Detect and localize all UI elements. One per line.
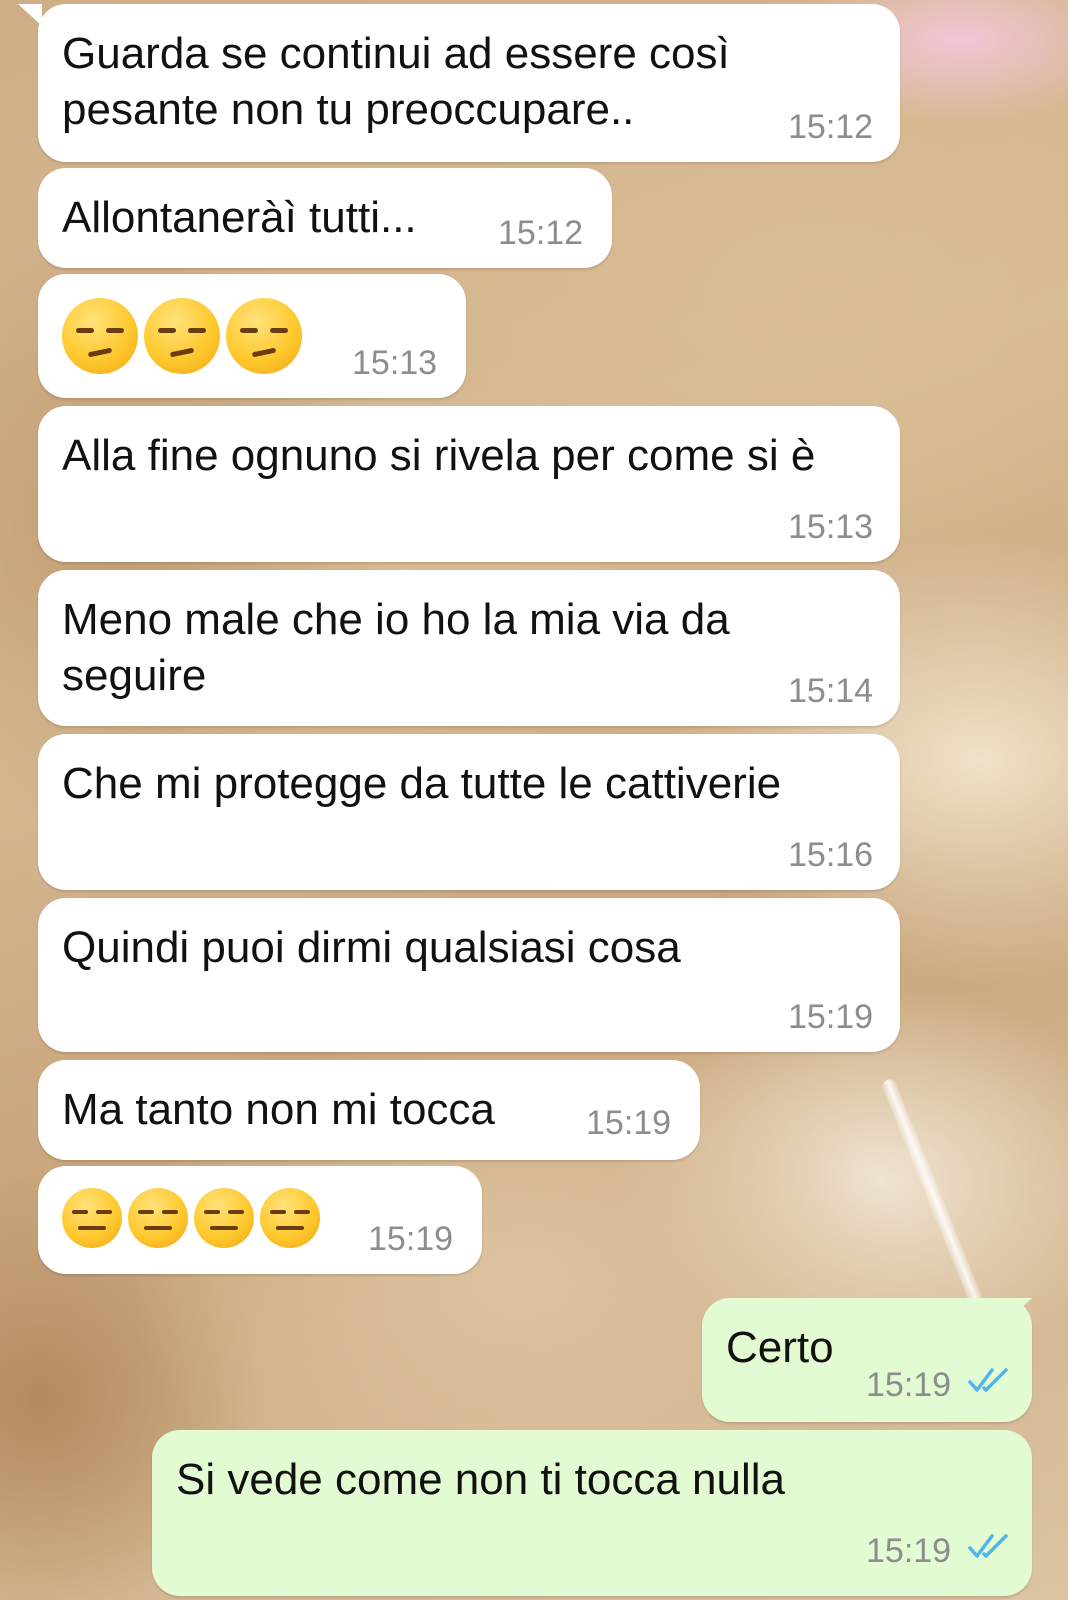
message-timestamp: 15:19 — [788, 998, 874, 1036]
unamused-face-icon — [144, 298, 220, 374]
message-text: Quindi puoi dirmi qualsiasi cosa — [62, 923, 681, 972]
expressionless-face-icon — [128, 1188, 188, 1248]
message-text: Certo — [726, 1323, 834, 1372]
message-text: Si vede come non ti tocca nulla — [176, 1455, 786, 1504]
message-timestamp: 15:16 — [788, 836, 874, 874]
message-text: Alla fine ognuno si rivela per come si è — [62, 431, 816, 480]
incoming-message-bubble[interactable]: Quindi puoi dirmi qualsiasi cosa 15:19 — [38, 898, 900, 1052]
message-timestamp: 15:13 — [788, 508, 874, 546]
message-text: Guarda se continui ad essere così pesant… — [62, 29, 730, 134]
expressionless-face-icon — [194, 1188, 254, 1248]
expressionless-face-icon — [62, 1188, 122, 1248]
incoming-message-bubble[interactable]: Meno male che io ho la mia via da seguir… — [38, 570, 900, 726]
unamused-face-icon — [226, 298, 302, 374]
incoming-emoji-message-bubble[interactable]: 15:13 — [38, 274, 466, 398]
message-text: Ma tanto non mi tocca — [62, 1085, 495, 1134]
message-timestamp: 15:19 — [866, 1532, 952, 1570]
read-double-check-icon — [968, 1368, 1008, 1392]
message-timestamp: 15:12 — [788, 108, 874, 146]
incoming-message-bubble[interactable]: Che mi protegge da tutte le cattiverie 1… — [38, 734, 900, 890]
message-timestamp: 15:14 — [788, 672, 874, 710]
unamused-face-icon — [62, 298, 138, 374]
message-timestamp: 15:19 — [866, 1366, 952, 1404]
incoming-message-bubble[interactable]: Ma tanto non mi tocca 15:19 — [38, 1060, 700, 1160]
incoming-message-bubble[interactable]: Guarda se continui ad essere così pesant… — [18, 4, 900, 162]
outgoing-message-bubble[interactable]: Si vede come non ti tocca nulla 15:19 — [152, 1430, 1032, 1596]
message-timestamp: 15:13 — [352, 344, 438, 382]
read-double-check-icon — [968, 1534, 1008, 1558]
message-text: Allontaneràì tutti... — [62, 193, 417, 242]
incoming-emoji-message-bubble[interactable]: 15:19 — [38, 1166, 482, 1274]
message-text: Che mi protegge da tutte le cattiverie — [62, 759, 782, 808]
message-text: Meno male che io ho la mia via da seguir… — [62, 595, 730, 700]
expressionless-face-icon — [260, 1188, 320, 1248]
message-timestamp: 15:19 — [586, 1104, 672, 1142]
incoming-message-bubble[interactable]: Alla fine ognuno si rivela per come si è… — [38, 406, 900, 562]
message-timestamp: 15:19 — [368, 1220, 454, 1258]
incoming-message-bubble[interactable]: Allontaneràì tutti... 15:12 — [38, 168, 612, 268]
outgoing-message-bubble[interactable]: Certo 15:19 — [702, 1298, 1032, 1422]
message-timestamp: 15:12 — [498, 214, 584, 252]
bubble-tail — [18, 4, 42, 26]
